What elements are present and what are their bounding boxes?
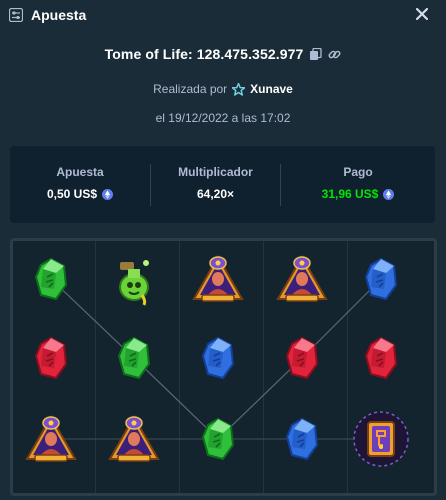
priestess-symbol bbox=[188, 249, 248, 309]
red-gem-symbol bbox=[272, 328, 332, 388]
bet-id-row: Tome of Life: 128.475.352.977 bbox=[0, 46, 446, 62]
stat-payout: Pago 31,96 US$ bbox=[281, 146, 435, 223]
green-gem-symbol bbox=[21, 249, 81, 309]
tome-symbol bbox=[351, 409, 411, 469]
stat-multiplier: Multiplicador 64,20× bbox=[151, 146, 280, 223]
blue-gem-symbol bbox=[351, 249, 411, 309]
stat-bet-label: Apuesta bbox=[56, 165, 104, 179]
stat-bet-value: 0,50 US$ bbox=[10, 187, 150, 201]
placed-by-row: Realizada por Xunave bbox=[0, 82, 446, 96]
bet-date: el 19/12/2022 a las 17:02 bbox=[155, 111, 291, 125]
bet-stats-panel: Apuesta 0,50 US$ Multiplicador 64,20× Pa… bbox=[10, 146, 435, 223]
sliders-icon bbox=[9, 8, 23, 22]
payout-amount: 31,96 US$ bbox=[321, 187, 379, 201]
potion-symbol bbox=[104, 249, 164, 309]
copy-icon[interactable] bbox=[309, 47, 323, 61]
modal-title: Apuesta bbox=[31, 7, 87, 23]
stat-multiplier-value: 64,20× bbox=[151, 187, 280, 201]
ethereum-icon bbox=[102, 188, 114, 200]
priestess-symbol bbox=[21, 409, 81, 469]
stat-payout-value: 31,96 US$ bbox=[281, 187, 435, 201]
priestess-symbol bbox=[272, 249, 332, 309]
vip-star-icon bbox=[232, 82, 246, 96]
link-icon[interactable] bbox=[328, 48, 341, 61]
bet-amount: 0,50 US$ bbox=[46, 187, 98, 201]
placed-by-label: Realizada por bbox=[153, 82, 228, 96]
blue-gem-symbol bbox=[188, 328, 248, 388]
green-gem-symbol bbox=[188, 409, 248, 469]
bet-game-id: Tome of Life: 128.475.352.977 bbox=[104, 46, 304, 62]
priestess-symbol bbox=[104, 409, 164, 469]
multiplier-amount: 64,20× bbox=[196, 187, 235, 201]
slot-board bbox=[10, 238, 437, 496]
red-gem-symbol bbox=[21, 328, 81, 388]
stat-bet: Apuesta 0,50 US$ bbox=[10, 146, 150, 223]
modal-header: Apuesta bbox=[0, 0, 446, 32]
green-gem-symbol bbox=[104, 328, 164, 388]
stat-multiplier-label: Multiplicador bbox=[178, 165, 253, 179]
blue-gem-symbol bbox=[272, 409, 332, 469]
ethereum-icon bbox=[383, 188, 395, 200]
close-icon[interactable] bbox=[416, 8, 428, 20]
username-link[interactable]: Xunave bbox=[250, 82, 293, 96]
stat-payout-label: Pago bbox=[343, 165, 373, 179]
red-gem-symbol bbox=[351, 328, 411, 388]
